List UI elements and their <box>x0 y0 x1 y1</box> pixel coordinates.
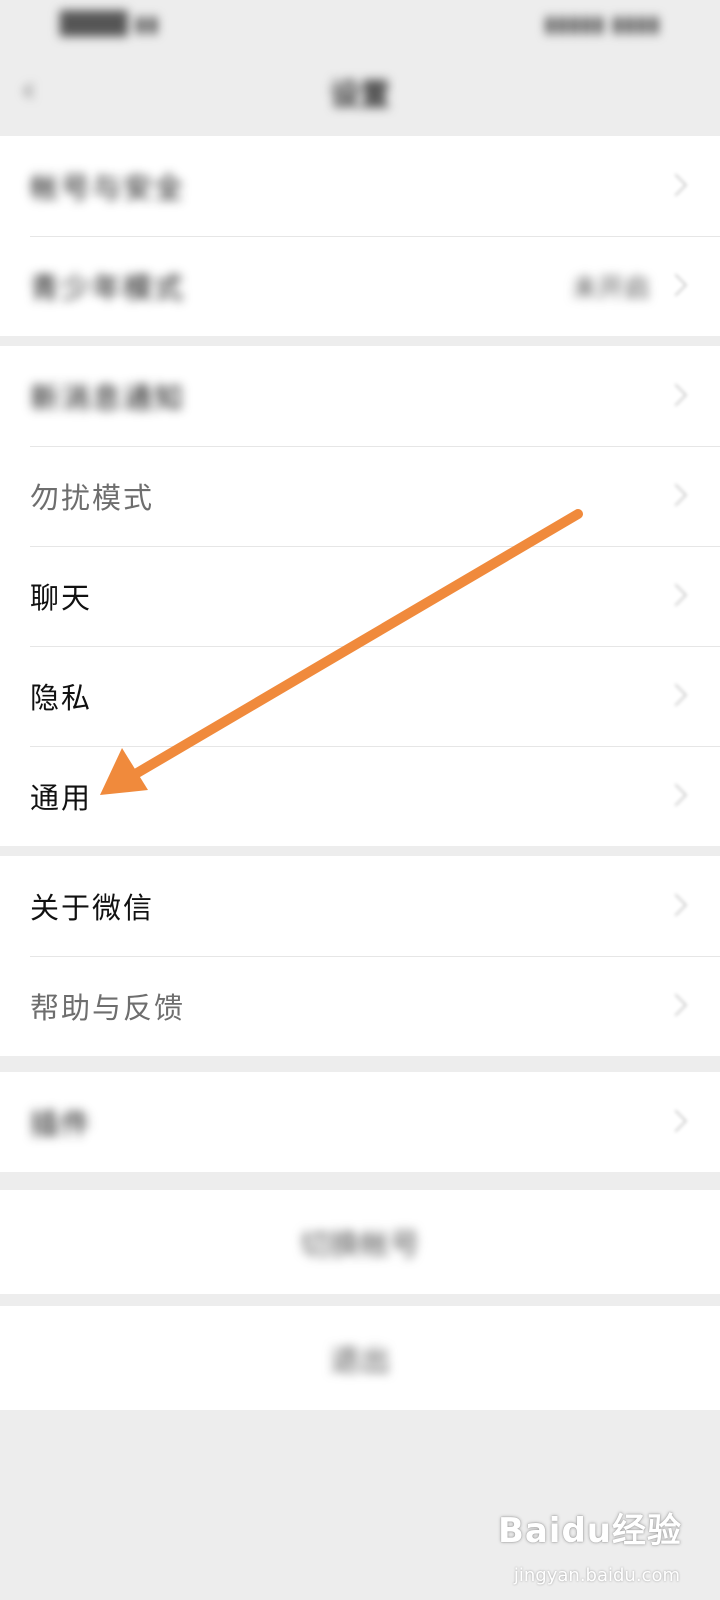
chevron-right-icon <box>664 783 688 807</box>
settings-item-label: 通用 <box>30 781 93 815</box>
settings-item-label: 聊天 <box>30 581 93 615</box>
baidu-watermark-logo: Baidu经验 <box>497 1511 682 1551</box>
logout-label: 退出 <box>330 1344 390 1379</box>
settings-item-help-feedback[interactable]: 帮助与反馈 <box>0 956 720 1056</box>
settings-item-account-security[interactable]: 帐号与安全 <box>0 136 720 236</box>
settings-item-label: 隐私 <box>30 681 93 715</box>
settings-item-label: 青少年模式 <box>30 271 186 305</box>
chevron-right-icon <box>664 583 688 607</box>
status-bar: ████ ▮▮ ▮▮▮▮▮ ▮▮▮▮ <box>0 0 720 48</box>
settings-item-chat[interactable]: 聊天 <box>0 546 720 646</box>
logout-button[interactable]: 退出 <box>0 1306 720 1410</box>
settings-item-teen-mode[interactable]: 青少年模式 未开启 <box>0 236 720 336</box>
chevron-right-icon <box>664 383 688 407</box>
switch-account-label: 切换帐号 <box>300 1228 420 1263</box>
chevron-right-icon <box>664 483 688 507</box>
settings-group-plugins: 插件 <box>0 1072 720 1172</box>
page-title: 设置 <box>330 78 390 113</box>
status-left: ████ ▮▮ <box>60 11 159 37</box>
chevron-right-icon <box>664 1109 688 1133</box>
settings-group-main: 新消息通知 勿扰模式 聊天 隐私 通用 <box>0 346 720 846</box>
nav-bar: ‹ 设置 <box>0 48 720 136</box>
settings-item-label: 帐号与安全 <box>30 171 186 205</box>
status-right: ▮▮▮▮▮ ▮▮▮▮ <box>544 11 660 37</box>
chevron-right-icon <box>664 893 688 917</box>
settings-item-value: 未开启 <box>571 273 650 304</box>
switch-account-button[interactable]: 切换帐号 <box>0 1190 720 1294</box>
settings-group-about: 关于微信 帮助与反馈 <box>0 856 720 1056</box>
chevron-right-icon <box>664 683 688 707</box>
settings-item-general[interactable]: 通用 <box>0 746 720 846</box>
settings-item-label: 新消息通知 <box>30 381 186 415</box>
settings-item-label: 插件 <box>30 1107 93 1141</box>
chevron-right-icon <box>664 173 688 197</box>
settings-item-label: 帮助与反馈 <box>30 991 186 1025</box>
chevron-right-icon <box>664 993 688 1017</box>
settings-item-notifications[interactable]: 新消息通知 <box>0 346 720 446</box>
settings-item-label: 关于微信 <box>30 891 155 925</box>
baidu-watermark-url: jingyan.baidu.com <box>513 1565 680 1586</box>
chevron-right-icon <box>664 273 688 297</box>
settings-group-account: 帐号与安全 青少年模式 未开启 <box>0 136 720 336</box>
settings-item-about-wechat[interactable]: 关于微信 <box>0 856 720 956</box>
settings-item-privacy[interactable]: 隐私 <box>0 646 720 746</box>
back-arrow-icon[interactable]: ‹ <box>22 70 36 110</box>
settings-item-do-not-disturb[interactable]: 勿扰模式 <box>0 446 720 546</box>
settings-item-label: 勿扰模式 <box>30 481 155 515</box>
settings-item-plugins[interactable]: 插件 <box>0 1072 720 1172</box>
